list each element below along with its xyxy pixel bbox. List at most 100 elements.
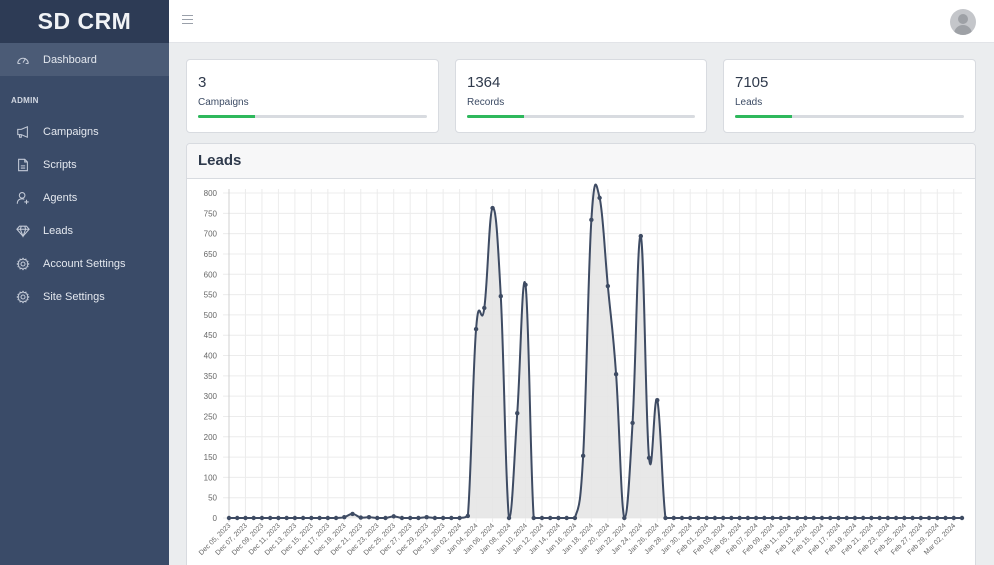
chart-data-point[interactable] bbox=[852, 515, 858, 521]
chart-data-point[interactable] bbox=[589, 217, 594, 223]
y-tick-label: 550 bbox=[204, 291, 218, 300]
chart-data-point[interactable] bbox=[935, 515, 940, 521]
y-tick-label: 250 bbox=[204, 412, 218, 421]
chart-data-point[interactable] bbox=[828, 515, 833, 521]
y-tick-label: 100 bbox=[204, 473, 218, 482]
chart-data-point[interactable] bbox=[276, 515, 281, 521]
chart-data-point[interactable] bbox=[292, 515, 298, 521]
y-tick-label: 150 bbox=[204, 453, 218, 462]
chart-data-point[interactable] bbox=[531, 515, 536, 521]
chart-data-point[interactable] bbox=[688, 515, 693, 521]
chart-data-point[interactable] bbox=[704, 515, 709, 521]
chart-data-point[interactable] bbox=[498, 293, 503, 299]
chart-data-point[interactable] bbox=[424, 514, 429, 520]
y-tick-label: 750 bbox=[204, 209, 218, 218]
chart-data-point[interactable] bbox=[284, 515, 289, 521]
chart-data-point[interactable] bbox=[679, 515, 685, 521]
chart-data-point[interactable] bbox=[350, 511, 355, 517]
chart-data-point[interactable] bbox=[457, 515, 462, 521]
chart-data-point[interactable] bbox=[712, 515, 718, 521]
chart-data-point[interactable] bbox=[638, 233, 643, 239]
chart-data-point[interactable] bbox=[893, 515, 899, 521]
chart-data-point[interactable] bbox=[317, 515, 322, 521]
chart-data-point[interactable] bbox=[539, 515, 545, 521]
chart-data-point[interactable] bbox=[358, 515, 363, 520]
chart-data-point[interactable] bbox=[819, 515, 825, 521]
chart-data-point[interactable] bbox=[605, 283, 611, 289]
chart-data-point[interactable] bbox=[663, 515, 668, 521]
chart-data-point[interactable] bbox=[720, 515, 726, 521]
chart-data-point[interactable] bbox=[753, 515, 759, 521]
chart-data-point[interactable] bbox=[770, 515, 775, 521]
chart-data-point[interactable] bbox=[811, 515, 816, 521]
chart-data-point[interactable] bbox=[342, 514, 347, 520]
chart-data-point[interactable] bbox=[482, 305, 487, 311]
chart-data-point[interactable] bbox=[910, 515, 915, 521]
chart-data-point[interactable] bbox=[449, 515, 454, 521]
chart-data-point[interactable] bbox=[432, 515, 438, 521]
chart-data-point[interactable] bbox=[366, 514, 372, 520]
chart-data-point[interactable] bbox=[877, 515, 882, 521]
chart-data-point[interactable] bbox=[515, 410, 520, 416]
chart-data-point[interactable] bbox=[646, 455, 652, 461]
chart-data-point[interactable] bbox=[597, 195, 602, 201]
chart-data-point[interactable] bbox=[243, 515, 248, 521]
chart-data-point[interactable] bbox=[333, 515, 339, 521]
chart-data-point[interactable] bbox=[902, 515, 907, 521]
chart-data-point[interactable] bbox=[655, 397, 660, 403]
chart-data-point[interactable] bbox=[383, 515, 388, 521]
chart-data-point[interactable] bbox=[580, 453, 586, 459]
chart-data-point[interactable] bbox=[548, 515, 553, 521]
chart-data-point[interactable] bbox=[556, 515, 561, 521]
chart-data-point[interactable] bbox=[762, 515, 767, 521]
chart-data-point[interactable] bbox=[959, 515, 965, 521]
chart-data-point[interactable] bbox=[836, 515, 841, 521]
y-tick-label: 300 bbox=[204, 392, 218, 401]
chart-data-point[interactable] bbox=[926, 515, 932, 521]
chart-data-point[interactable] bbox=[572, 515, 578, 521]
chart-data-point[interactable] bbox=[416, 515, 421, 521]
chart-data-point[interactable] bbox=[300, 515, 306, 521]
chart-data-point[interactable] bbox=[630, 420, 635, 426]
chart-data-point[interactable] bbox=[564, 515, 569, 521]
chart-data-point[interactable] bbox=[869, 515, 874, 521]
chart-data-point[interactable] bbox=[671, 515, 676, 521]
chart-data-point[interactable] bbox=[860, 515, 866, 521]
chart-data-point[interactable] bbox=[259, 515, 265, 521]
chart-data-point[interactable] bbox=[729, 515, 734, 521]
chart-data-point[interactable] bbox=[803, 515, 808, 521]
chart-data-point[interactable] bbox=[440, 515, 446, 521]
chart-data-point[interactable] bbox=[745, 515, 751, 521]
chart-data-point[interactable] bbox=[325, 515, 331, 521]
chart-data-point[interactable] bbox=[737, 515, 742, 521]
chart-data-point[interactable] bbox=[506, 515, 512, 521]
chart-data-point[interactable] bbox=[778, 515, 784, 521]
chart-data-point[interactable] bbox=[407, 515, 413, 521]
chart-data-point[interactable] bbox=[391, 514, 396, 519]
chart-data-point[interactable] bbox=[226, 515, 232, 521]
chart-data-point[interactable] bbox=[235, 515, 240, 521]
chart-data-point[interactable] bbox=[844, 515, 849, 521]
y-tick-label: 350 bbox=[204, 372, 218, 381]
chart-data-point[interactable] bbox=[786, 515, 792, 521]
y-tick-label: 450 bbox=[204, 331, 218, 340]
chart-data-point[interactable] bbox=[696, 515, 701, 521]
chart-data-point[interactable] bbox=[613, 371, 619, 377]
chart-data-point[interactable] bbox=[795, 515, 800, 521]
chart-data-point[interactable] bbox=[918, 515, 924, 521]
chart-data-point[interactable] bbox=[251, 515, 256, 521]
chart-data-point[interactable] bbox=[622, 515, 627, 521]
chart-data-point[interactable] bbox=[399, 515, 405, 521]
chart-data-point[interactable] bbox=[473, 326, 479, 332]
chart-data-point[interactable] bbox=[523, 282, 528, 288]
chart-data-point[interactable] bbox=[943, 515, 948, 521]
chart-data-point[interactable] bbox=[309, 515, 314, 521]
chart-data-point[interactable] bbox=[375, 515, 380, 521]
chart-data-point[interactable] bbox=[267, 515, 273, 521]
chart-data-point[interactable] bbox=[465, 513, 471, 519]
chart-area-fill bbox=[229, 184, 962, 518]
chart-data-point[interactable] bbox=[951, 515, 956, 521]
y-tick-label: 50 bbox=[208, 494, 217, 503]
chart-data-point[interactable] bbox=[885, 515, 891, 521]
chart-data-point[interactable] bbox=[490, 205, 495, 211]
